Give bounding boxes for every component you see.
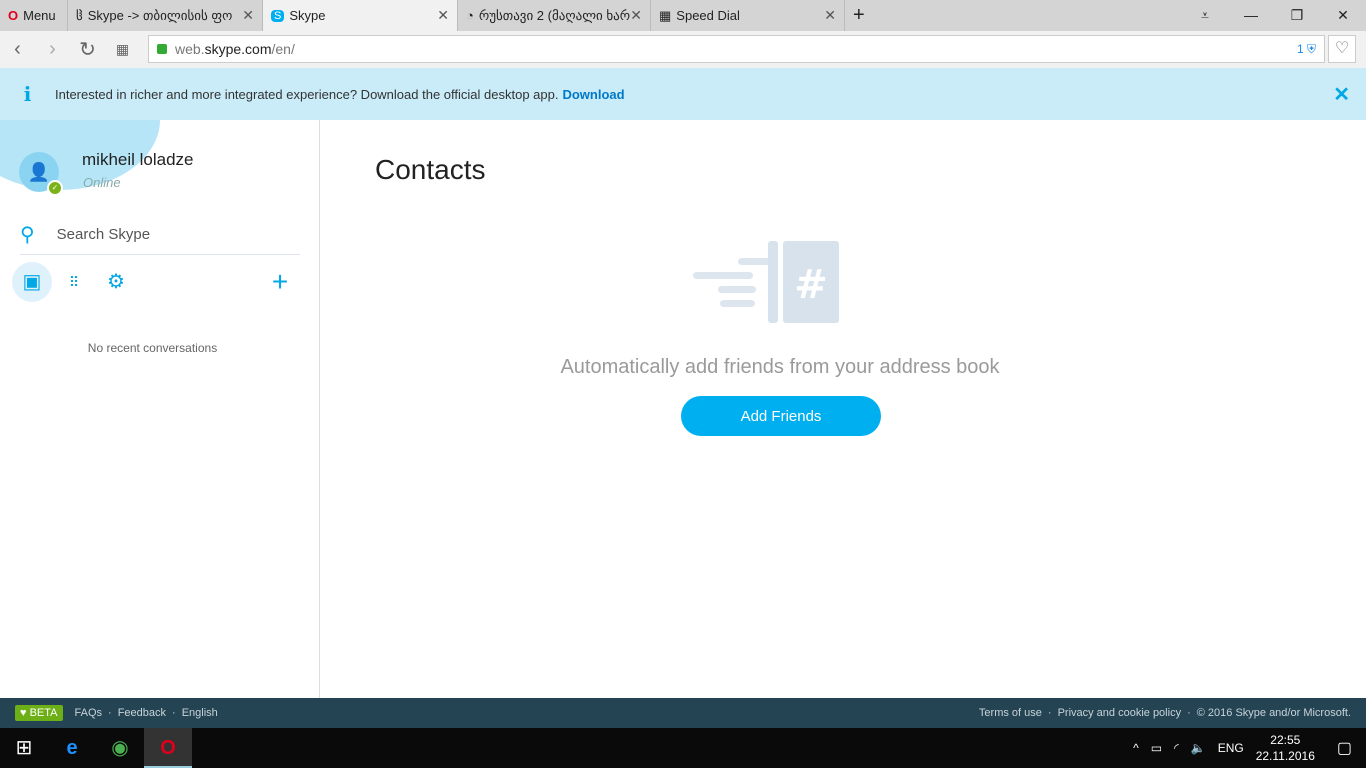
tab-title: Speed Dial [676,8,740,23]
date: 22.11.2016 [1255,749,1315,763]
privacy-link[interactable]: Privacy and cookie policy [1058,707,1182,719]
notifications-icon[interactable]: ▢ [1337,738,1352,758]
feedback-link[interactable]: Feedback [118,707,166,719]
time: 22:55 [1270,733,1301,747]
url-prefix: web. [175,41,205,57]
address-book-illustration: # [693,241,839,323]
terms-link[interactable]: Terms of use [979,707,1042,719]
add-button[interactable]: + [260,262,300,302]
address-bar-row: ‹ › ↻ ▦ web.skype.com/en/ 1 ⛨ ♡ [0,31,1366,68]
windows-start-icon[interactable]: ⊞ [0,728,48,768]
bookmark-heart-button[interactable]: ♡ [1328,35,1356,63]
url-text: web.skype.com/en/ [175,41,295,57]
search-icon: ⚲ [20,224,35,246]
speed-dial-button[interactable]: ▦ [105,41,140,58]
opera-menu-button[interactable]: O Menu [0,0,68,31]
speed-dial-icon: ▦ [659,7,672,23]
search-placeholder: Search Skype [56,226,151,243]
profile-name[interactable]: mikheil loladze [82,150,194,170]
tab-menu-icon[interactable]: ⩡ [1182,0,1228,31]
chrome-icon[interactable]: ◉ [96,728,144,768]
no-recent-conversations: No recent conversations [87,341,218,355]
beta-label: BETA [29,707,58,719]
page-title: Contacts [375,154,486,185]
adblock-badge[interactable]: 1 ⛨ [1297,42,1316,57]
minimize-button[interactable]: — [1228,0,1274,31]
tab-skype[interactable]: S Skype ✕ [263,0,458,31]
edge-icon[interactable]: e [48,728,96,768]
tab-close-icon[interactable]: ✕ [437,7,449,24]
tab-close-icon[interactable]: ✕ [242,7,254,24]
main-content: Contacts # Automatically add friends fro… [320,120,1366,698]
tab-favicon-icon: ჱ [76,7,83,23]
tab-close-icon[interactable]: ✕ [630,7,642,24]
url-field[interactable]: web.skype.com/en/ 1 ⛨ [148,35,1325,63]
opera-logo-icon: O [8,8,19,23]
tab-rustavi2[interactable]: ◔ რუსთავი 2 (მაღალი ხარ ✕ [458,0,651,31]
faqs-link[interactable]: FAQs [75,707,103,719]
footer: ♥ BETA FAQs · Feedback · English Terms of … [0,698,1366,728]
clock[interactable]: 22:55 22.11.2016 [1256,732,1315,764]
url-domain: skype.com [204,41,272,57]
address-book-hint: Automatically add friends from your addr… [560,356,1000,378]
tab-title: რუსთავი 2 (მაღალი ხარ [478,7,631,23]
desktop-app-banner: i Interested in richer and more integrat… [0,68,1366,120]
tab-title: Skype [289,8,326,23]
menu-label: Menu [23,8,56,23]
tab-close-icon[interactable]: ✕ [824,7,836,24]
lock-icon [157,44,167,54]
browser-tab-bar: O Menu ჱ Skype -> თბილისის ფო ✕ S Skype ✕ ◔ რუ… [0,0,1366,31]
sidebar: 👤 ✓ mikheil loladze Online ⚲ Search Skype… [0,120,320,698]
svg-text:#: # [794,262,828,308]
download-link[interactable]: Download [562,87,624,102]
search-skype[interactable]: ⚲ Search Skype [20,215,300,255]
forward-button[interactable]: › [35,38,70,61]
volume-icon[interactable]: 🔈 [1191,741,1206,755]
new-tab-button[interactable]: + [845,0,873,31]
skype-favicon-icon: S [271,9,285,22]
add-friends-button[interactable]: Add Friends [681,396,881,436]
back-button[interactable]: ‹ [0,38,35,61]
settings-gear-icon[interactable]: ⚙ [96,262,136,302]
copyright: © 2016 Skype and/or Microsoft. [1196,707,1351,719]
tab-favicon-icon: ◔ [466,8,474,23]
beta-badge: ♥ BETA [15,705,63,721]
tab-title: Skype -> თბილისის ფო [87,7,233,23]
opera-taskbar-icon[interactable]: O [144,728,192,768]
url-path: /en/ [271,41,295,57]
info-icon: i [23,82,32,106]
banner-text: Interested in richer and more integrated… [55,86,559,102]
online-status-icon: ✓ [47,180,63,196]
profile-status[interactable]: Online [83,175,121,190]
tab-speed-dial[interactable]: ▦ Speed Dial ✕ [651,0,845,31]
reload-button[interactable]: ↻ [70,37,105,62]
banner-close-button[interactable]: ✕ [1333,82,1350,107]
dialpad-button[interactable]: ⠿ [54,262,94,302]
tray-chevron-icon[interactable]: ^ [1133,741,1139,755]
restore-button[interactable]: ❐ [1274,0,1320,31]
wifi-icon[interactable]: ◜ [1174,741,1179,755]
language-indicator[interactable]: ENG [1218,741,1244,755]
language-link[interactable]: English [182,707,218,719]
close-window-button[interactable]: ✕ [1320,0,1366,31]
contacts-button[interactable]: ▣ [12,262,52,302]
adblock-count: 1 [1296,41,1304,56]
battery-icon[interactable]: ▭ [1151,741,1162,755]
taskbar: ⊞ e ◉ O ^ ▭ ◜ 🔈 ENG 22:55 22.11.2016 ▢ [0,728,1366,768]
tab-skype-georgian[interactable]: ჱ Skype -> თბილისის ფო ✕ [68,0,263,31]
